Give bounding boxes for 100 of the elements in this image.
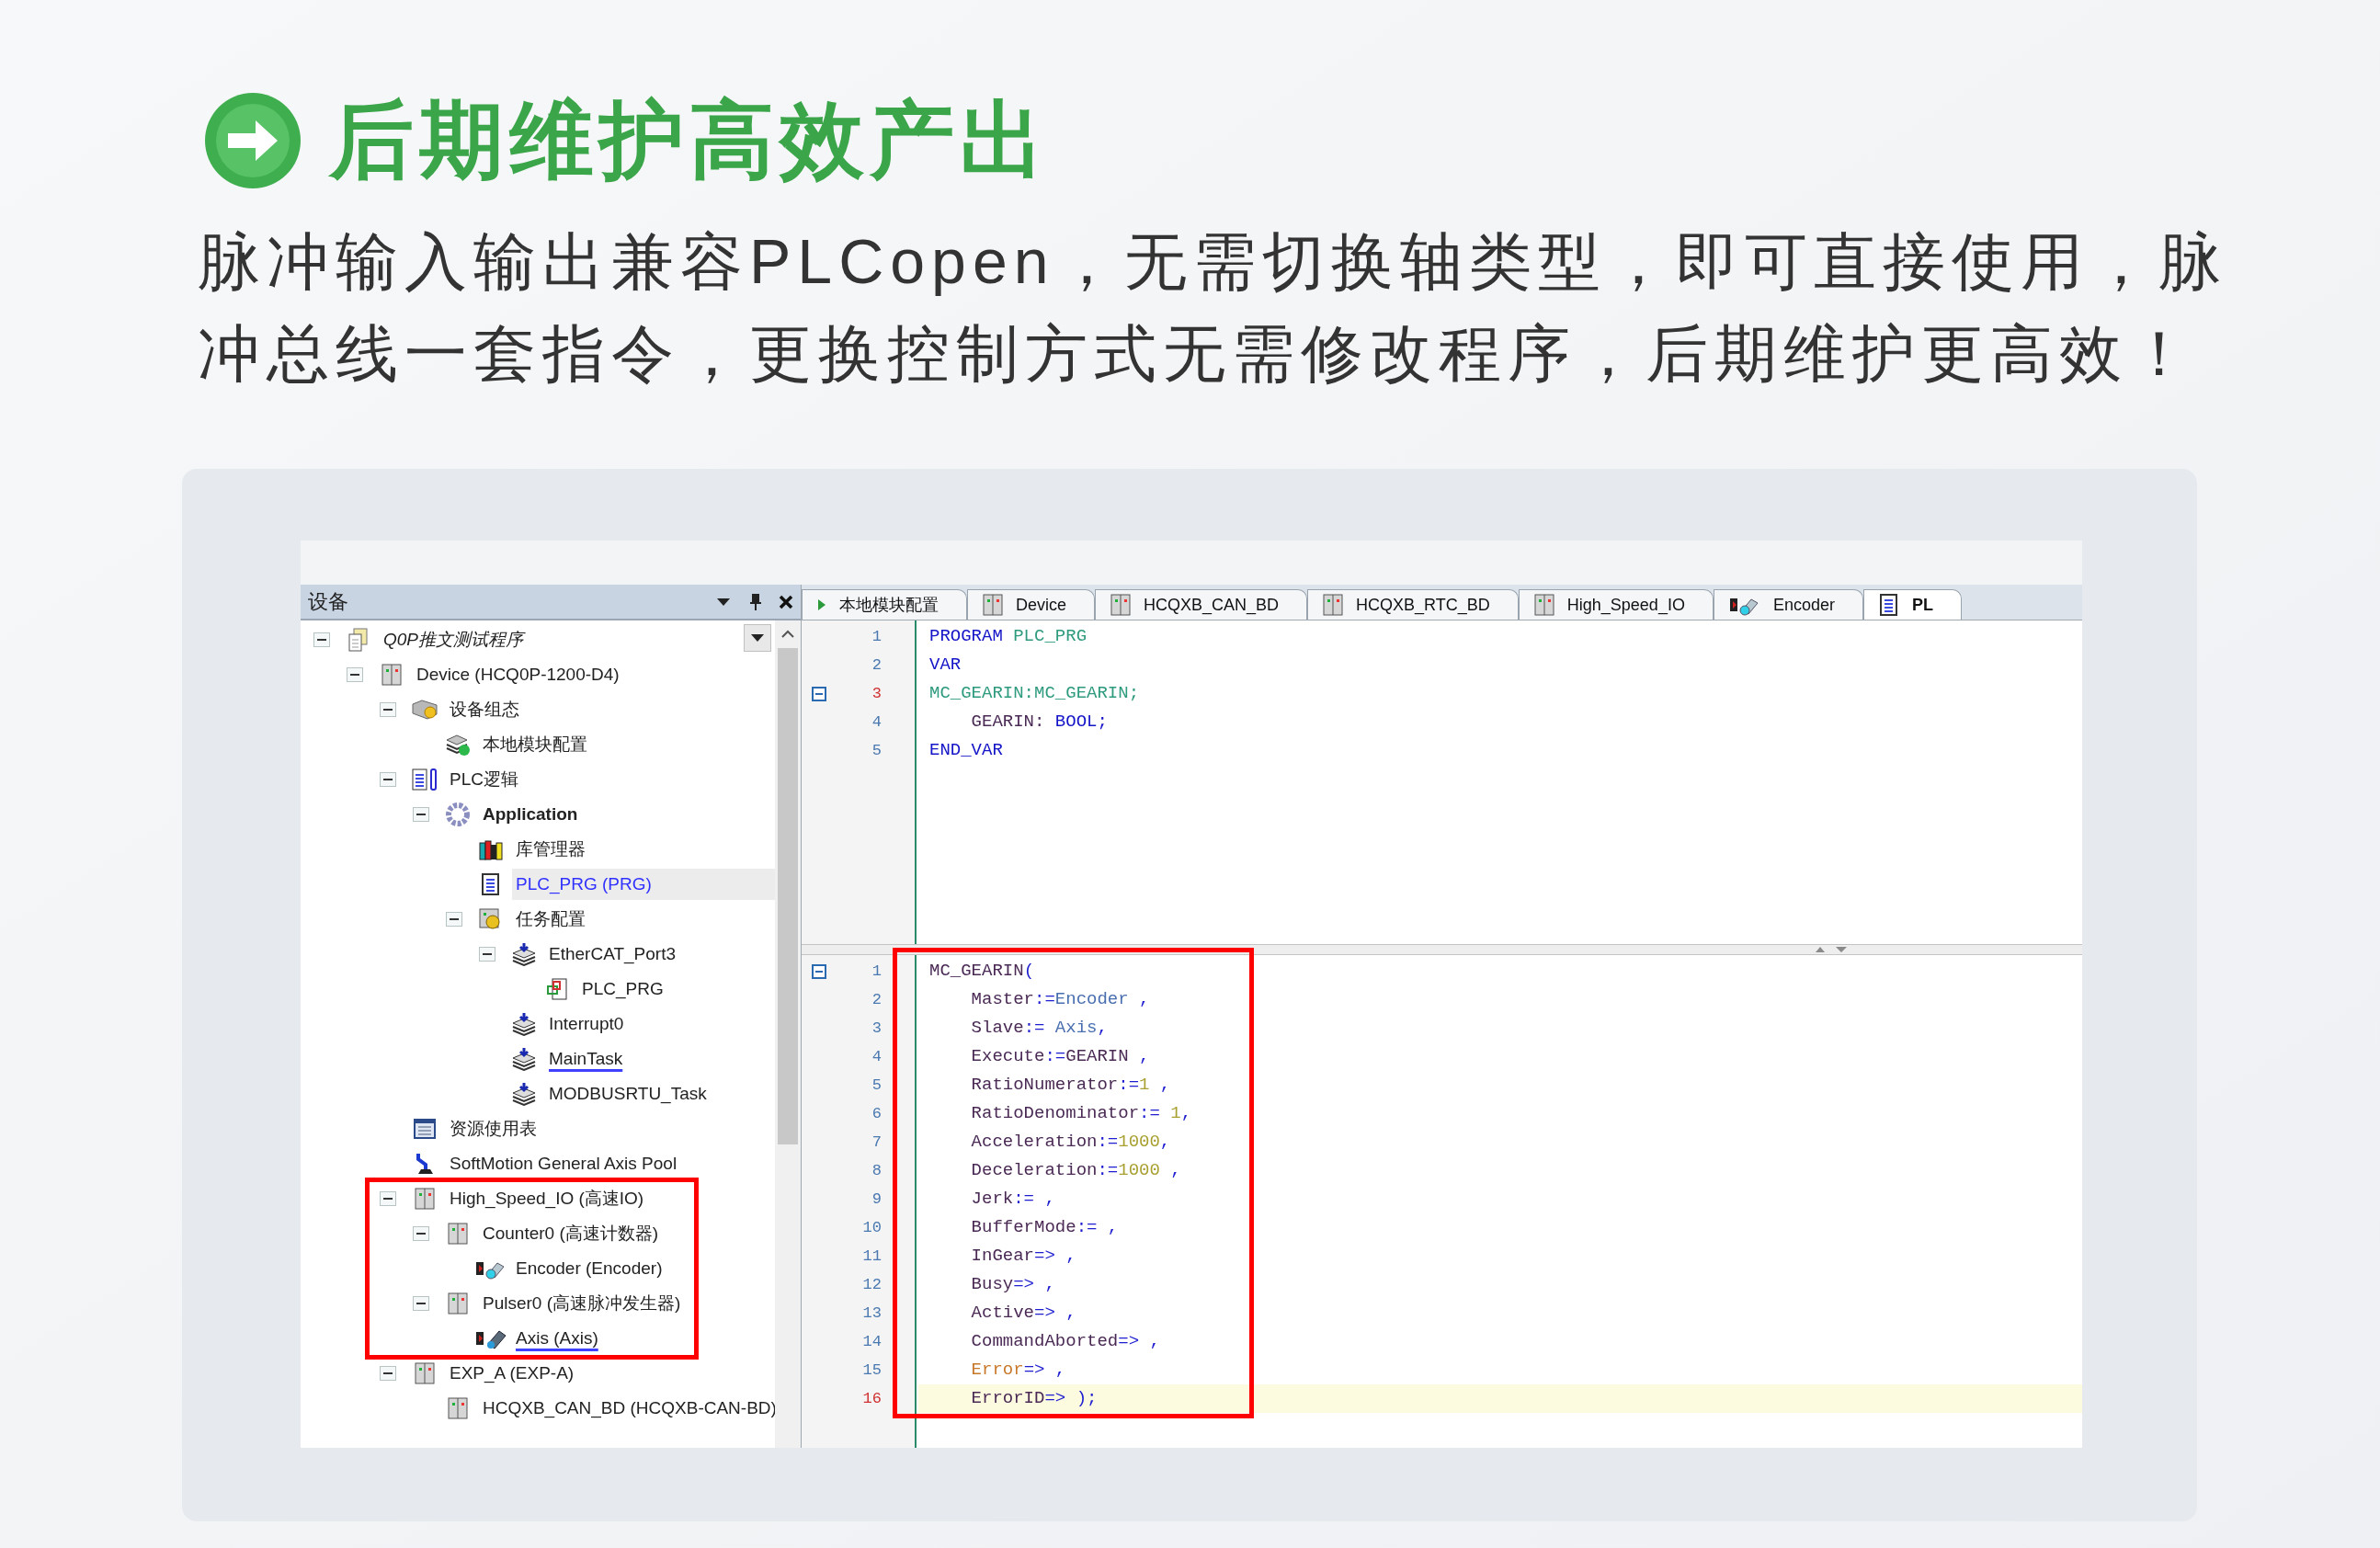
line-number: 1 bbox=[871, 961, 883, 982]
line-number: 5 bbox=[871, 1075, 883, 1096]
tree-item[interactable]: Q0P推文测试程序 bbox=[380, 624, 775, 655]
device-icon bbox=[448, 1292, 468, 1315]
device-icon bbox=[1323, 593, 1344, 617]
tree-item[interactable]: HCQXB_CAN_BD (HCQXB-CAN-BD) bbox=[479, 1393, 775, 1424]
fold-icon[interactable] bbox=[812, 963, 826, 979]
code-line: GEARIN: BOOL; bbox=[970, 711, 1109, 734]
editor-tab[interactable]: PL bbox=[1862, 589, 1962, 620]
editor-tab[interactable]: Device bbox=[967, 589, 1096, 620]
tree-item[interactable]: Device (HCQ0P-1200-D4) bbox=[413, 659, 775, 690]
code-line: VAR bbox=[928, 654, 962, 677]
editor-tab[interactable]: Encoder bbox=[1713, 589, 1863, 620]
code-line: Active=> , bbox=[970, 1302, 1077, 1326]
fold-icon[interactable] bbox=[812, 686, 826, 701]
books-icon bbox=[478, 837, 504, 861]
collapse-toggle[interactable] bbox=[446, 912, 462, 927]
device-icon bbox=[448, 1222, 468, 1246]
gear-icon bbox=[446, 802, 470, 826]
device-icon bbox=[1110, 593, 1132, 617]
tree-item[interactable]: EtherCAT_Port3 bbox=[545, 939, 775, 970]
line-number: 6 bbox=[871, 1103, 883, 1124]
close-icon[interactable] bbox=[779, 594, 793, 609]
program-icon bbox=[1878, 593, 1899, 617]
dropdown-button[interactable] bbox=[744, 624, 771, 652]
scrollbar[interactable] bbox=[775, 620, 801, 1448]
collapse-toggle[interactable] bbox=[413, 1296, 429, 1311]
tree-item[interactable]: MODBUSRTU_Task bbox=[545, 1078, 775, 1110]
editor-tab[interactable]: HCQXB_RTC_BD bbox=[1307, 589, 1519, 620]
tree-item[interactable]: 设备组态 bbox=[446, 694, 775, 725]
code-line: RatioDenominator:= 1, bbox=[970, 1102, 1193, 1126]
device-icon bbox=[1533, 593, 1554, 617]
tree-item[interactable]: Application bbox=[479, 799, 775, 830]
module-icon bbox=[411, 699, 438, 721]
tree-item[interactable]: Counter0 (高速计数器) bbox=[479, 1218, 775, 1249]
collapse-toggle[interactable] bbox=[347, 667, 363, 682]
line-number: 7 bbox=[871, 1132, 883, 1153]
pin-icon[interactable] bbox=[749, 592, 762, 611]
tree-item[interactable]: Pulser0 (高速脉冲发生器) bbox=[479, 1288, 775, 1319]
collapse-toggle[interactable] bbox=[380, 1191, 396, 1206]
tree-item[interactable]: EXP_A (EXP-A) bbox=[446, 1358, 775, 1389]
tree-item[interactable]: Axis (Axis) bbox=[512, 1323, 775, 1354]
code-line: Master:=Encoder , bbox=[970, 988, 1151, 1012]
code-line: MC_GEARIN( bbox=[928, 960, 1036, 984]
editor-tab[interactable]: High_Speed_IO bbox=[1518, 589, 1714, 620]
line-number: 3 bbox=[871, 1018, 883, 1039]
collapse-toggle[interactable] bbox=[380, 1366, 396, 1381]
tree-item[interactable]: 本地模块配置 bbox=[479, 729, 775, 760]
code-line: Error=> , bbox=[970, 1359, 1067, 1383]
device-icon bbox=[448, 1396, 468, 1420]
code-line: PROGRAM PLC_PRG bbox=[928, 625, 1088, 649]
line-number: 16 bbox=[861, 1388, 883, 1409]
scroll-up-icon[interactable] bbox=[781, 630, 794, 639]
editor-tab[interactable]: 本地模块配置 bbox=[802, 589, 967, 620]
program-icon bbox=[481, 872, 501, 896]
line-number: 8 bbox=[871, 1160, 883, 1181]
code-line: END_VAR bbox=[928, 739, 1004, 763]
line-number: 15 bbox=[861, 1360, 883, 1381]
collapse-toggle[interactable] bbox=[413, 807, 429, 822]
code-line: Acceleration:=1000, bbox=[970, 1131, 1172, 1155]
document-icon bbox=[347, 628, 370, 652]
code-line: Execute:=GEARIN , bbox=[970, 1045, 1151, 1069]
tree-item[interactable]: PLC逻辑 bbox=[446, 764, 775, 795]
tree-item[interactable]: 资源使用表 bbox=[446, 1113, 775, 1144]
tree-item[interactable]: MainTask bbox=[545, 1043, 775, 1075]
collapse-toggle[interactable] bbox=[479, 947, 495, 962]
code-line: Deceleration:=1000 , bbox=[970, 1159, 1182, 1183]
line-number: 2 bbox=[871, 654, 883, 676]
caret-icon bbox=[751, 634, 764, 642]
task-icon bbox=[511, 1082, 537, 1106]
robot-arm-icon bbox=[415, 1152, 435, 1176]
code-line: BufferMode:= , bbox=[970, 1216, 1120, 1240]
line-number: 11 bbox=[861, 1246, 883, 1267]
collapse-toggle[interactable] bbox=[413, 1226, 429, 1241]
editor-tab[interactable]: HCQXB_CAN_BD bbox=[1095, 589, 1308, 620]
device-icon bbox=[983, 593, 1003, 617]
program-icon bbox=[545, 977, 569, 1001]
tree-item[interactable]: High_Speed_IO (高速IO) bbox=[446, 1183, 775, 1214]
tree-item[interactable]: PLC_PRG (PRG) bbox=[512, 869, 775, 900]
device-icon bbox=[381, 663, 402, 687]
tree-item[interactable]: 库管理器 bbox=[512, 834, 775, 865]
dropdown-icon[interactable] bbox=[716, 597, 731, 607]
scrollbar-thumb[interactable] bbox=[778, 648, 798, 1144]
tree-item[interactable]: Interrupt0 bbox=[545, 1008, 775, 1040]
code-line: Jerk:= , bbox=[970, 1188, 1056, 1212]
tree-item[interactable]: 任务配置 bbox=[512, 904, 775, 935]
collapse-toggle[interactable] bbox=[380, 772, 396, 787]
line-number: 5 bbox=[871, 740, 883, 761]
tree-item[interactable]: Encoder (Encoder) bbox=[512, 1253, 775, 1284]
tree-item[interactable]: SoftMotion General Axis Pool bbox=[446, 1148, 775, 1179]
device-icon bbox=[415, 1187, 435, 1211]
tree-item[interactable]: PLC_PRG bbox=[578, 973, 775, 1005]
code-line: Busy=> , bbox=[970, 1273, 1056, 1297]
line-number: 14 bbox=[861, 1331, 883, 1352]
collapse-toggle[interactable] bbox=[313, 632, 330, 647]
split-arrows-icon[interactable] bbox=[1816, 946, 1847, 953]
code-line: MC_GEARIN:MC_GEARIN; bbox=[928, 682, 1141, 706]
line-number: 2 bbox=[871, 989, 883, 1010]
collapse-toggle[interactable] bbox=[380, 702, 396, 717]
description: 脉冲输入输出兼容PLCopen，无需切换轴类型，即可直接使用，脉冲总线一套指令，更换控制方式无需修改程序，后期维护更高效！ bbox=[198, 225, 2228, 390]
